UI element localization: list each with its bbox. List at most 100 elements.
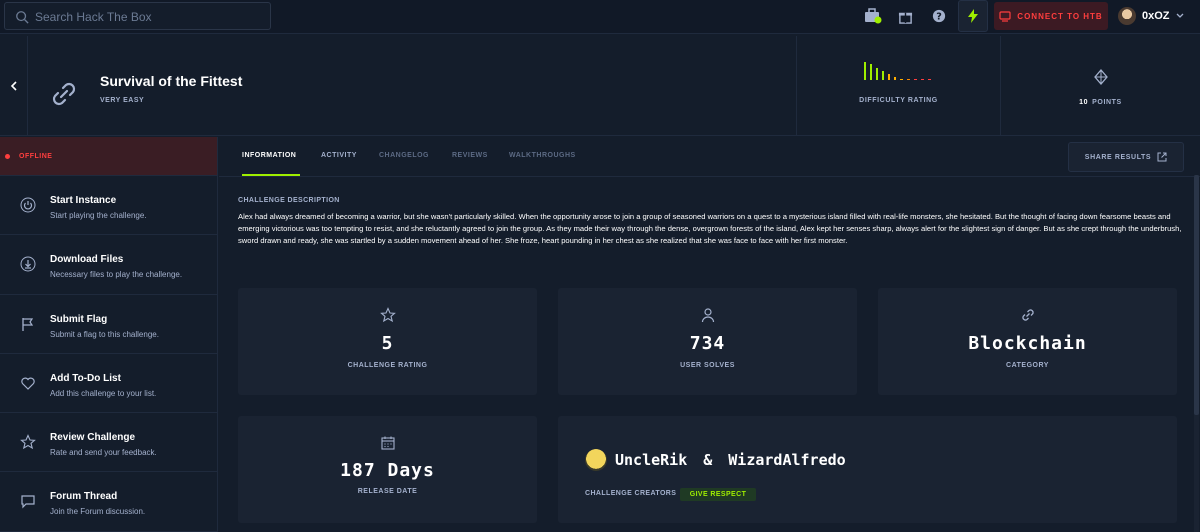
solves-value: 734 (689, 333, 726, 354)
user-icon (701, 308, 714, 323)
top-bar: Search Hack The Box ? CONNECT TO HTB 0xO… (0, 0, 1200, 34)
sidebar-item-review-challenge[interactable]: Review Challenge Rate and send your feed… (0, 413, 217, 473)
sidebar-item-title: Forum Thread (50, 491, 118, 503)
rating-card: 5 CHALLENGE RATING (238, 288, 537, 395)
back-button[interactable] (0, 36, 28, 136)
power-icon (20, 197, 36, 213)
star-icon (379, 307, 396, 323)
status-label: OFFLINE (19, 152, 53, 160)
creator-avatar[interactable] (585, 449, 607, 471)
chat-icon (21, 495, 35, 509)
link-icon (52, 82, 76, 106)
give-respect-label: GIVE RESPECT (689, 491, 747, 498)
category-card: Blockchain CATEGORY (878, 288, 1177, 395)
status-badge: OFFLINE (0, 137, 217, 176)
rating-label: CHALLENGE RATING (347, 362, 428, 369)
scrollbar-thumb[interactable] (1194, 175, 1199, 415)
sidebar-item-title: Download Files (50, 254, 124, 266)
scrollbar[interactable] (1194, 175, 1199, 532)
sidebar-item-title: Review Challenge (50, 432, 136, 444)
release-value: 187 Days (340, 460, 435, 481)
search-box[interactable]: Search Hack The Box (4, 2, 271, 30)
difficulty-chart (864, 62, 931, 80)
toolbox-icon (865, 8, 882, 24)
difficulty-label: DIFFICULTY RATING (859, 97, 938, 104)
flag-icon (22, 317, 34, 331)
bolt-button[interactable] (958, 0, 988, 32)
username: 0xOZ (1142, 10, 1170, 22)
toolbox-button[interactable] (858, 2, 888, 30)
external-link-icon (1157, 152, 1167, 162)
sidebar-item-download-files[interactable]: Download Files Necessary files to play t… (0, 235, 217, 295)
points-label: POINTS (1092, 99, 1122, 106)
tab-changelog[interactable]: CHANGELOG (379, 152, 429, 159)
difficulty-level: VERY EASY (100, 97, 145, 104)
search-input[interactable]: Search Hack The Box (35, 10, 152, 24)
creator-separator: & (703, 451, 713, 469)
back-icon (10, 81, 17, 91)
sidebar-item-title: Add To-Do List (50, 372, 121, 384)
bolt-icon (968, 9, 978, 23)
points-value: 10 (1079, 99, 1089, 106)
sidebar-item-submit-flag[interactable]: Submit Flag Submit a flag to this challe… (0, 295, 217, 354)
gift-icon (898, 12, 912, 24)
gift-button[interactable] (890, 2, 920, 30)
calendar-icon (380, 436, 395, 450)
creator-name[interactable]: UncleRik (615, 451, 687, 469)
creator-name[interactable]: WizardAlfredo (728, 451, 845, 469)
points: 10 POINTS (1001, 99, 1200, 106)
description-heading: CHALLENGE DESCRIPTION (238, 197, 340, 204)
challenge-description: Alex had always dreamed of becoming a wa… (238, 212, 1182, 245)
connect-label: CONNECT TO HTB (1017, 11, 1103, 21)
link-icon (1021, 309, 1034, 321)
chevron-down-icon (1176, 13, 1183, 18)
category-value: Blockchain (968, 333, 1087, 354)
sidebar-item-title: Start Instance (50, 195, 117, 206)
sidebar-item-desc: Join the Forum discussion. (50, 507, 146, 517)
give-respect-button[interactable]: GIVE RESPECT (680, 488, 756, 501)
creators-label: CHALLENGE CREATORS (585, 490, 677, 497)
solves-card: 734 USER SOLVES (558, 288, 857, 395)
sidebar-item-start-instance[interactable]: Start Instance Start playing the challen… (0, 176, 217, 236)
release-label: RELEASE DATE (357, 488, 418, 495)
release-card: 187 Days RELEASE DATE (238, 416, 537, 523)
sidebar-item-desc: Add this challenge to your list. (50, 388, 157, 398)
sidebar-item-add-todo[interactable]: Add To-Do List Add this challenge to you… (0, 354, 217, 414)
tab-walkthroughs[interactable]: WALKTHROUGHS (509, 152, 576, 159)
star-icon (20, 434, 36, 450)
sidebar-item-desc: Submit a flag to this challenge. (50, 329, 159, 339)
challenge-header: Survival of the Fittest VERY EASY DIFFIC… (0, 36, 1200, 136)
category-label: CATEGORY (1006, 362, 1049, 369)
help-button[interactable]: ? (924, 2, 954, 30)
sidebar: OFFLINE Start Instance Start playing the… (0, 137, 218, 532)
tab-information[interactable]: INFORMATION (242, 152, 296, 159)
sidebar-item-title: Submit Flag (50, 313, 108, 325)
tab-activity[interactable]: ACTIVITY (321, 152, 357, 159)
status-dot (5, 153, 10, 159)
help-icon: ? (932, 9, 946, 23)
tab-reviews[interactable]: REVIEWS (452, 152, 488, 159)
difficulty-panel: DIFFICULTY RATING (796, 36, 1000, 136)
tab-bar: INFORMATION ACTIVITY CHANGELOG REVIEWS W… (219, 137, 1200, 177)
sidebar-item-desc: Start playing the challenge. (50, 211, 147, 220)
search-icon (16, 11, 29, 24)
user-menu[interactable]: 0xOZ (1118, 4, 1184, 28)
points-panel: 10 POINTS (1000, 36, 1200, 136)
share-results-label: SHARE RESULTS (1084, 153, 1152, 161)
diamond-icon (1094, 69, 1108, 85)
sidebar-item-forum-thread[interactable]: Forum Thread Join the Forum discussion. (0, 472, 217, 532)
sidebar-item-desc: Necessary files to play the challenge. (50, 270, 183, 280)
active-tab-indicator (242, 174, 300, 176)
download-icon (20, 256, 36, 272)
page-title: Survival of the Fittest (100, 73, 243, 89)
heart-icon (21, 377, 35, 390)
creators-row: UncleRik & WizardAlfredo (585, 449, 846, 471)
avatar (1118, 7, 1136, 25)
share-results-button[interactable]: SHARE RESULTS (1068, 142, 1184, 172)
vpn-icon (999, 10, 1011, 22)
rating-value: 5 (381, 333, 394, 354)
solves-label: USER SOLVES (680, 362, 735, 369)
connect-button[interactable]: CONNECT TO HTB (994, 2, 1108, 30)
svg-text:?: ? (936, 12, 942, 23)
sidebar-item-desc: Rate and send your feedback. (50, 448, 157, 458)
